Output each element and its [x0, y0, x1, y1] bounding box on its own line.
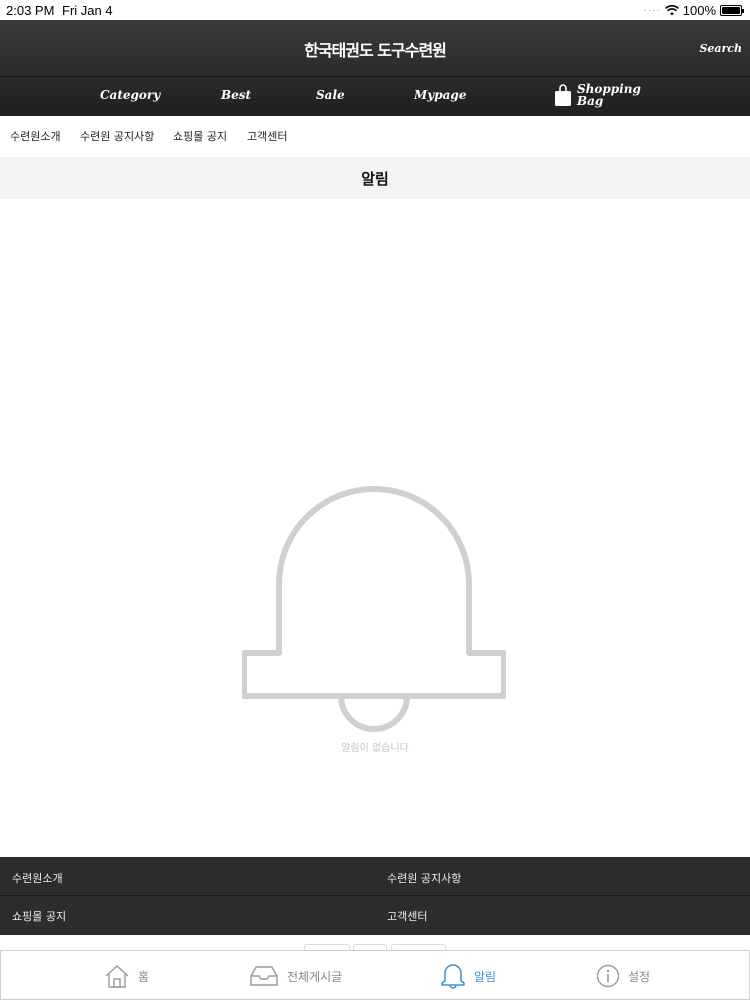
- wifi-icon: [664, 5, 679, 16]
- site-header: 한국태권도 도구수련원 Search Category Best Sale My…: [0, 20, 750, 116]
- inbox-icon: [250, 966, 278, 986]
- submenu-customer-center[interactable]: 고객센터: [247, 128, 287, 144]
- app-screen: 2:03 PM Fri Jan 4 ···· 100% 한국태권도 도구수련원 …: [0, 0, 750, 1000]
- page-title-bar: 알림: [0, 157, 750, 199]
- status-time: 2:03 PM: [6, 3, 55, 18]
- tab-all-posts[interactable]: 전체게시글: [249, 961, 342, 991]
- battery-icon: [720, 5, 744, 16]
- page-title: 알림: [361, 170, 389, 188]
- submenu-center-notice[interactable]: 수련원 공지사항: [80, 128, 154, 144]
- status-indicators: ···· 100%: [643, 3, 744, 18]
- tab-home-label: 홈: [138, 969, 150, 984]
- footer-center-notice-link[interactable]: 수련원 공지사항: [387, 870, 461, 886]
- bell-icon: [441, 964, 465, 989]
- tab-settings[interactable]: 설정: [596, 961, 650, 991]
- tab-notifications[interactable]: 알림: [440, 961, 496, 991]
- shopping-bag-label: Shopping Bag: [577, 82, 641, 108]
- header-divider: [0, 76, 750, 77]
- nav-mypage[interactable]: Mypage: [414, 88, 466, 102]
- tab-settings-label: 설정: [628, 969, 651, 984]
- main-nav: Category Best Sale Mypage Shopping Bag: [0, 80, 750, 116]
- bell-icon: [242, 486, 506, 732]
- tab-notifications-label: 알림: [474, 969, 497, 984]
- nav-sale[interactable]: Sale: [316, 88, 345, 102]
- search-button[interactable]: Search: [699, 42, 742, 55]
- tab-bar: 홈 전체게시글 알림 설정: [0, 950, 750, 1000]
- shopping-bag-icon: [555, 84, 571, 106]
- tab-all-posts-label: 전체게시글: [287, 969, 343, 984]
- sub-menu: 수련원소개 수련원 공지사항 쇼핑몰 공지 고객센터: [0, 116, 750, 156]
- footer-customer-center-link[interactable]: 고객센터: [387, 908, 427, 924]
- battery-percent: 100%: [682, 3, 716, 18]
- signal-icon: ····: [643, 5, 661, 16]
- footer-mall-notice-link[interactable]: 쇼핑몰 공지: [12, 908, 66, 924]
- status-date: Fri Jan 4: [62, 3, 113, 18]
- info-icon: [596, 964, 620, 988]
- submenu-mall-notice[interactable]: 쇼핑몰 공지: [173, 128, 227, 144]
- nav-category[interactable]: Category: [100, 88, 160, 102]
- nav-best[interactable]: Best: [221, 88, 251, 102]
- footer-divider: [0, 895, 750, 896]
- empty-message: 알림이 없습니다: [341, 743, 409, 754]
- footer-intro-link[interactable]: 수련원소개: [12, 870, 63, 886]
- submenu-intro[interactable]: 수련원소개: [10, 128, 61, 144]
- tab-home[interactable]: 홈: [104, 961, 149, 991]
- site-title[interactable]: 한국태권도 도구수련원: [0, 37, 750, 61]
- home-icon: [105, 965, 129, 988]
- status-bar: 2:03 PM Fri Jan 4 ···· 100%: [0, 0, 750, 20]
- shopping-bag-button[interactable]: Shopping Bag: [554, 83, 647, 107]
- site-footer: 수련원소개 수련원 공지사항 쇼핑몰 공지 고객센터: [0, 857, 750, 935]
